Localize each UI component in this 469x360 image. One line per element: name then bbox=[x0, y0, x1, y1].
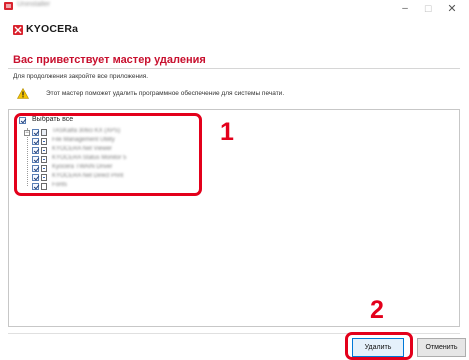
maximize-button[interactable]: ☐ bbox=[420, 2, 436, 16]
callout-number-2: 2 bbox=[370, 296, 384, 324]
window-title: Uninstaller bbox=[17, 1, 51, 8]
close-button[interactable]: ✕ bbox=[444, 2, 460, 16]
heading-divider bbox=[8, 68, 460, 69]
warning-icon bbox=[17, 88, 29, 99]
logo-wordmark: KYOCERa bbox=[26, 23, 79, 35]
info-text: Этот мастер поможет удалить программное … bbox=[46, 90, 285, 97]
kyocera-logo-icon bbox=[13, 25, 23, 35]
callout-box-2 bbox=[345, 332, 413, 360]
page-title: Вас приветствует мастер удаления bbox=[13, 54, 206, 66]
instruction-text: Для продолжения закройте все приложения. bbox=[13, 73, 149, 80]
title-bar: Uninstaller – ☐ ✕ bbox=[0, 0, 469, 22]
callout-box-1 bbox=[14, 113, 202, 196]
cancel-button[interactable]: Отменить bbox=[417, 338, 466, 357]
uninstaller-window: Uninstaller – ☐ ✕ KYOCERa Вас приветству… bbox=[0, 0, 469, 360]
minimize-button[interactable]: – bbox=[397, 2, 413, 16]
app-icon bbox=[4, 2, 13, 10]
callout-number-1: 1 bbox=[220, 118, 234, 146]
